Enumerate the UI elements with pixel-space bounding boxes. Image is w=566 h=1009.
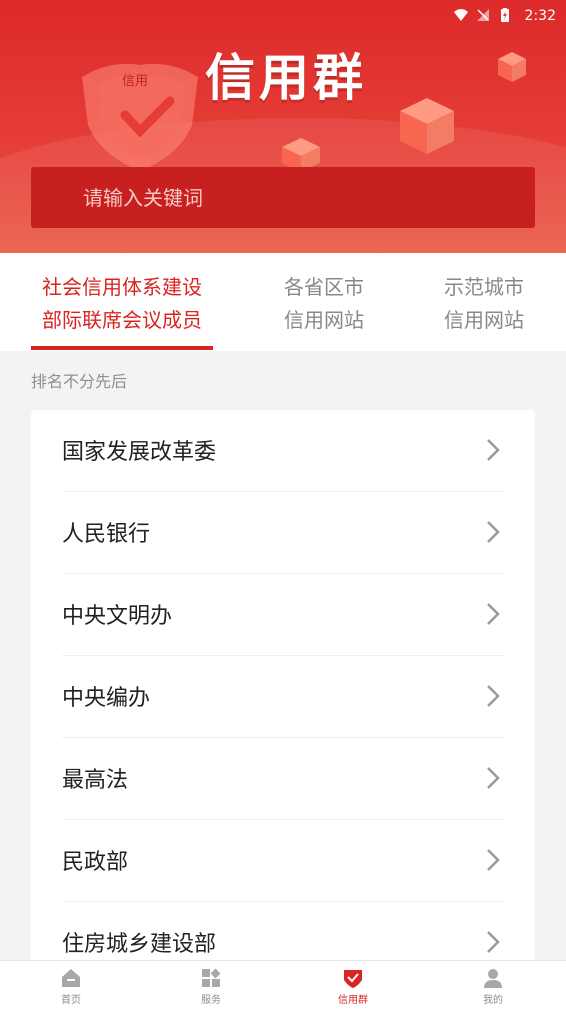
chevron-right-icon xyxy=(487,767,500,789)
nav-label: 信用群 xyxy=(338,995,368,1006)
chevron-right-icon xyxy=(487,439,500,461)
list-item-label: 民政部 xyxy=(62,850,129,875)
wifi-icon xyxy=(454,9,468,21)
tab-label-line2: 信用网站 xyxy=(284,308,364,332)
search-input[interactable] xyxy=(31,167,535,228)
credit-shield-illustration: 信用 xyxy=(82,63,198,172)
user-icon xyxy=(484,969,502,988)
nav-home[interactable]: 首页 xyxy=(31,967,111,1006)
bottom-navigation: 首页 服务 信用群 我的 xyxy=(0,960,566,1009)
app-screen: 2:32 信用 信用群 社会信用体系建设 xyxy=(0,0,566,1009)
nav-credit-group[interactable]: 信用群 xyxy=(313,967,393,1006)
nav-profile[interactable]: 我的 xyxy=(453,967,533,1006)
list-item[interactable]: 民政部 xyxy=(62,820,504,902)
status-icons xyxy=(454,8,512,22)
chevron-right-icon xyxy=(487,685,500,707)
tab-label-line2: 信用网站 xyxy=(444,308,524,332)
header-banner: 2:32 信用 信用群 xyxy=(0,0,566,253)
list-item[interactable]: 国家发展改革委 xyxy=(62,410,504,492)
list-item-label: 最高法 xyxy=(62,768,129,793)
status-time: 2:32 xyxy=(524,8,556,24)
chevron-right-icon xyxy=(487,931,500,953)
list-item-label: 住房城乡建设部 xyxy=(62,932,217,957)
page-title: 信用群 xyxy=(205,49,367,107)
list-item-label: 中央编办 xyxy=(62,686,151,711)
grid-icon xyxy=(202,968,221,987)
cube-decoration-icon xyxy=(400,98,454,154)
home-icon xyxy=(62,969,80,987)
tab-label-line1: 社会信用体系建设 xyxy=(42,275,202,299)
chevron-right-icon xyxy=(487,603,500,625)
tab-label-line1: 示范城市 xyxy=(444,275,524,299)
member-list: 国家发展改革委 人民银行 中央文明办 中央编办 最高法 民政部 住房城乡建设部 xyxy=(31,410,535,970)
tab-demo-city-sites[interactable]: 示范城市 信用网站 xyxy=(422,271,546,337)
cube-decoration-icon xyxy=(498,52,526,82)
search-bar[interactable] xyxy=(31,167,535,228)
nav-services[interactable]: 服务 xyxy=(171,967,251,1006)
category-tabs: 社会信用体系建设 部际联席会议成员 各省区市 信用网站 示范城市 信用网站 xyxy=(0,253,566,351)
nav-label: 服务 xyxy=(201,995,221,1006)
tab-label-line2: 部际联席会议成员 xyxy=(42,308,202,332)
no-signal-icon xyxy=(477,9,489,21)
list-item-label: 人民银行 xyxy=(62,522,151,547)
nav-label: 我的 xyxy=(483,995,503,1006)
list-item[interactable]: 人民银行 xyxy=(62,492,504,574)
battery-icon xyxy=(501,8,509,22)
nav-label: 首页 xyxy=(61,995,81,1006)
chevron-right-icon xyxy=(487,849,500,871)
active-tab-indicator xyxy=(31,346,213,350)
list-item-label: 中央文明办 xyxy=(62,604,173,629)
list-item[interactable]: 中央文明办 xyxy=(62,574,504,656)
list-item[interactable]: 最高法 xyxy=(62,738,504,820)
status-bar: 2:32 xyxy=(0,0,566,32)
list-item-label: 国家发展改革委 xyxy=(62,440,217,465)
chevron-right-icon xyxy=(487,521,500,543)
ranking-note: 排名不分先后 xyxy=(31,372,128,391)
list-item[interactable]: 中央编办 xyxy=(62,656,504,738)
shield-text: 信用 xyxy=(122,74,148,89)
credit-shield-icon xyxy=(344,970,362,988)
tab-label-line1: 各省区市 xyxy=(284,275,364,299)
tab-provincial-sites[interactable]: 各省区市 信用网站 xyxy=(262,271,386,337)
tab-ministerial-members[interactable]: 社会信用体系建设 部际联席会议成员 xyxy=(31,271,213,337)
